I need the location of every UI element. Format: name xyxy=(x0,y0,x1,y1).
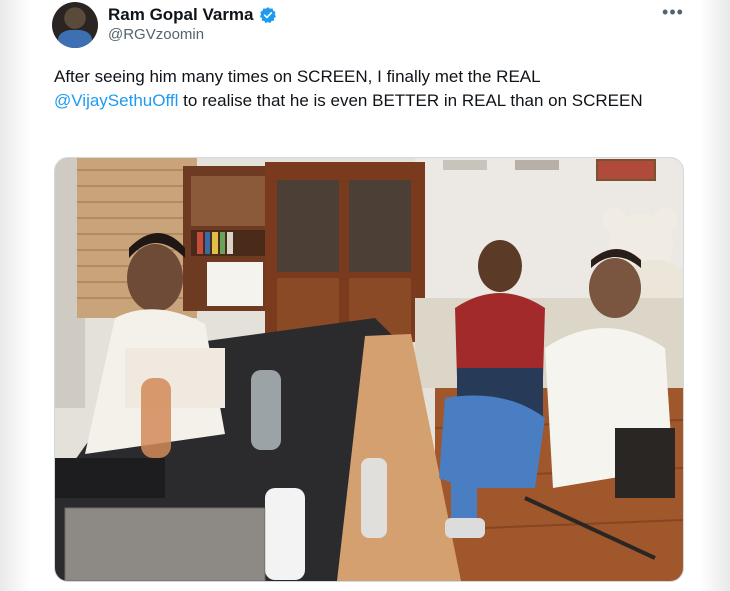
photo-illustration xyxy=(55,158,683,581)
avatar-shirt-shape xyxy=(58,30,92,48)
author-handle[interactable]: @RGVzoomin xyxy=(108,26,204,43)
tweet-text-part2: to realise that he is even BETTER in REA… xyxy=(178,91,643,110)
tweet-photo[interactable] xyxy=(54,157,684,582)
mention-link[interactable]: @VijaySethuOffl xyxy=(54,91,178,110)
more-options-icon[interactable]: ••• xyxy=(660,2,686,22)
tweet-text: After seeing him many times on SCREEN, I… xyxy=(54,65,654,113)
verified-badge-icon xyxy=(259,6,277,24)
author-avatar[interactable] xyxy=(52,2,98,48)
author-name-row[interactable]: Ram Gopal Varma xyxy=(108,4,277,26)
author-display-name[interactable]: Ram Gopal Varma xyxy=(108,5,254,25)
tweet-text-part1: After seeing him many times on SCREEN, I… xyxy=(54,67,540,86)
